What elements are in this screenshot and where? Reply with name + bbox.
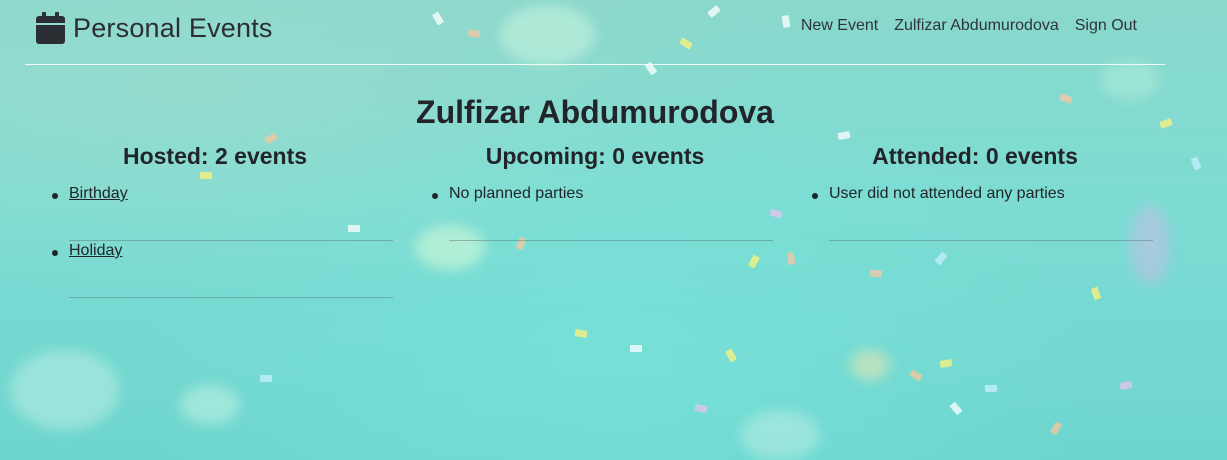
list-item: No planned parties <box>432 184 773 241</box>
attended-events-list: User did not attended any parties <box>785 184 1165 241</box>
event-link-holiday[interactable]: Holiday <box>69 242 122 259</box>
upcoming-events-list: No planned parties <box>405 184 785 241</box>
profile-name-heading: Zulfizar Abdumurodova <box>416 94 774 130</box>
list-item: Holiday <box>52 241 393 298</box>
nav-sign-out-link[interactable]: Sign Out <box>1075 17 1137 35</box>
attended-events-section: Attended: 0 events User did not attended… <box>785 141 1165 241</box>
nav-links: New Event Zulfizar Abdumurodova Sign Out <box>801 17 1137 35</box>
event-link-birthday[interactable]: Birthday <box>69 185 128 202</box>
attended-events-title: Attended: 0 events <box>872 143 1078 169</box>
nav-new-event-link[interactable]: New Event <box>801 17 878 35</box>
brand-link[interactable]: Personal Events <box>36 9 273 47</box>
navbar: Personal Events New Event Zulfizar Abdum… <box>25 0 1165 65</box>
attended-empty-text: User did not attended any parties <box>829 185 1065 202</box>
page-container: Personal Events New Event Zulfizar Abdum… <box>25 0 1165 460</box>
list-item: Birthday <box>52 184 393 241</box>
upcoming-events-section: Upcoming: 0 events No planned parties <box>405 141 785 241</box>
upcoming-empty-text: No planned parties <box>449 185 584 202</box>
list-item: User did not attended any parties <box>812 184 1153 241</box>
hosted-events-list: Birthday Holiday <box>25 184 405 298</box>
brand-title: Personal Events <box>73 12 273 43</box>
hosted-events-section: Hosted: 2 events Birthday Holiday <box>25 141 405 298</box>
calendar-icon <box>36 12 65 44</box>
upcoming-events-title: Upcoming: 0 events <box>485 143 705 169</box>
nav-user-profile-link[interactable]: Zulfizar Abdumurodova <box>894 17 1059 35</box>
hosted-events-title: Hosted: 2 events <box>122 143 308 169</box>
